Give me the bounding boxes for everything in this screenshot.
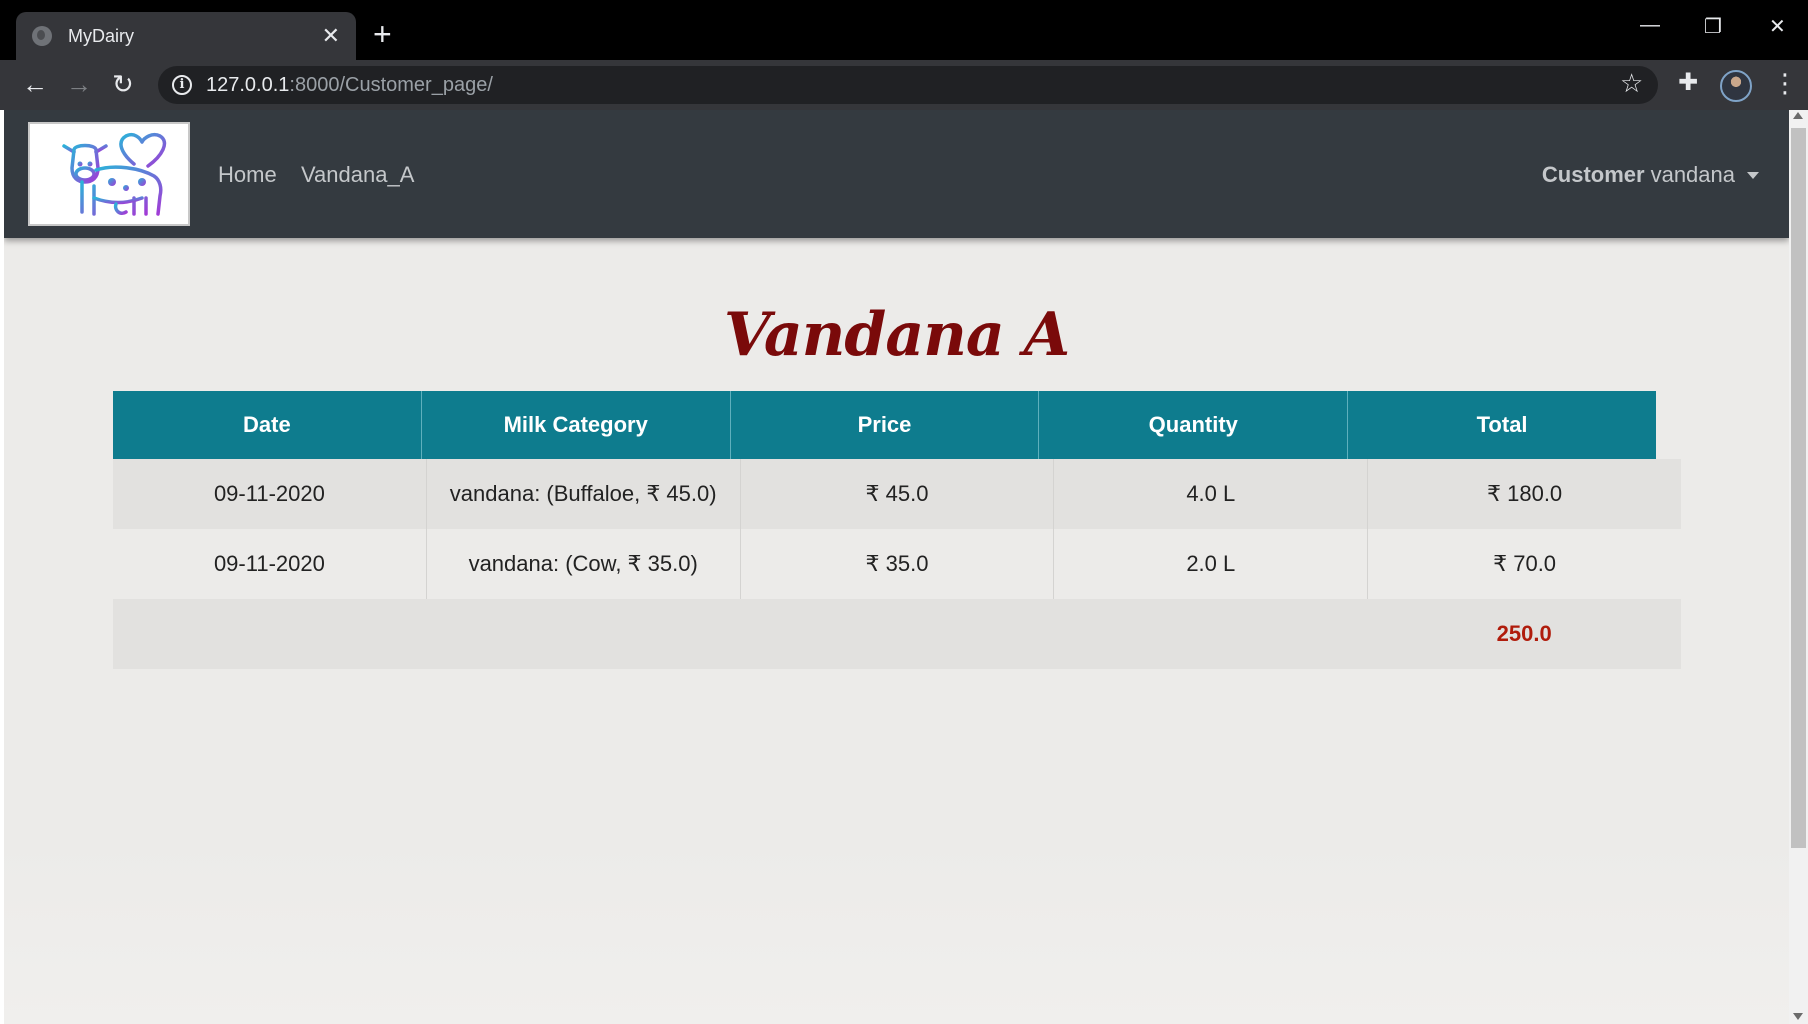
- page-viewport: Home Vandana_A Customer vandana Vandana …: [4, 110, 1789, 1024]
- info-icon[interactable]: i: [172, 75, 192, 95]
- cell-date: 09-11-2020: [113, 459, 427, 529]
- purchase-table: Date Milk Category Price Quantity Total …: [113, 391, 1681, 669]
- empty-cell: [113, 599, 427, 669]
- brand-logo[interactable]: [28, 122, 190, 226]
- column-header-milk-category: Milk Category: [422, 391, 731, 459]
- scroll-down-arrow-icon[interactable]: [1793, 1013, 1803, 1020]
- close-tab-icon[interactable]: ✕: [322, 23, 340, 49]
- minimize-icon[interactable]: —: [1640, 14, 1660, 37]
- reload-icon[interactable]: ↻: [112, 68, 134, 100]
- cell-total: ₹ 70.0: [1493, 551, 1557, 576]
- nav-link-home[interactable]: Home: [218, 162, 277, 188]
- empty-cell: [1054, 599, 1368, 669]
- scroll-up-arrow-icon[interactable]: [1793, 112, 1803, 119]
- tab-title: MyDairy: [68, 25, 134, 46]
- url-host: 127.0.0.1: [206, 73, 290, 96]
- cell-date: 09-11-2020: [113, 529, 427, 599]
- empty-cell: [740, 599, 1054, 669]
- extensions-puzzle-icon[interactable]: ✚: [1678, 68, 1698, 97]
- page-title: Vandana A: [723, 300, 1070, 370]
- browser-tab-bar: MyDairy ✕ + — ❐ ✕: [0, 0, 1808, 60]
- grand-total-row: 250.0: [113, 599, 1681, 669]
- cow-heart-logo-icon: [62, 132, 167, 216]
- browser-toolbar: ← → ↻ i 127.0.0.1 :8000/Customer_page/ ☆…: [0, 60, 1808, 110]
- user-role: Customer: [1541, 162, 1645, 187]
- globe-icon: [32, 26, 52, 46]
- column-header-quantity: Quantity: [1039, 391, 1349, 459]
- caret-down-icon: [1747, 171, 1759, 179]
- user-name: vandana: [1650, 162, 1735, 187]
- table-row: 09-11-2020 vandana: (Buffaloe, ₹ 45.0) ₹…: [113, 459, 1681, 529]
- empty-cell: [427, 599, 741, 669]
- nav-link-vandana-a[interactable]: Vandana_A: [301, 162, 414, 188]
- browser-menu-icon[interactable]: ⋮: [1772, 68, 1798, 98]
- table-row: 09-11-2020 vandana: (Cow, ₹ 35.0) ₹ 35.0…: [113, 529, 1681, 599]
- cell-quantity: 4.0 L: [1054, 459, 1369, 529]
- cell-price: ₹ 35.0: [741, 529, 1055, 599]
- window-close-icon[interactable]: ✕: [1769, 14, 1786, 39]
- cell-milk-category: vandana: (Cow, ₹ 35.0): [427, 529, 741, 599]
- grand-total-value: 250.0: [1496, 621, 1552, 646]
- forward-icon[interactable]: →: [66, 68, 92, 100]
- column-header-price: Price: [731, 391, 1040, 459]
- address-bar[interactable]: i 127.0.0.1 :8000/Customer_page/: [158, 66, 1658, 104]
- column-header-total: Total: [1476, 412, 1528, 437]
- bookmark-star-icon[interactable]: ☆: [1620, 68, 1643, 99]
- column-header-date: Date: [113, 391, 422, 459]
- url-path: :8000/Customer_page/: [289, 73, 493, 96]
- cell-quantity: 2.0 L: [1054, 529, 1369, 599]
- restore-icon[interactable]: ❐: [1704, 14, 1722, 39]
- profile-avatar[interactable]: [1720, 70, 1752, 102]
- vertical-scrollbar[interactable]: [1789, 110, 1808, 1024]
- back-icon[interactable]: ←: [22, 68, 48, 100]
- cell-milk-category: vandana: (Buffaloe, ₹ 45.0): [427, 459, 741, 529]
- cell-total: ₹ 180.0: [1487, 481, 1563, 506]
- new-tab-button[interactable]: +: [373, 16, 392, 52]
- browser-tab[interactable]: MyDairy ✕: [16, 12, 356, 60]
- table-header: Date Milk Category Price Quantity Total: [113, 391, 1656, 459]
- user-dropdown[interactable]: Customer vandana: [1542, 162, 1759, 188]
- scrollbar-thumb[interactable]: [1791, 128, 1806, 848]
- cell-price: ₹ 45.0: [741, 459, 1055, 529]
- site-navbar: Home Vandana_A Customer vandana: [4, 110, 1789, 238]
